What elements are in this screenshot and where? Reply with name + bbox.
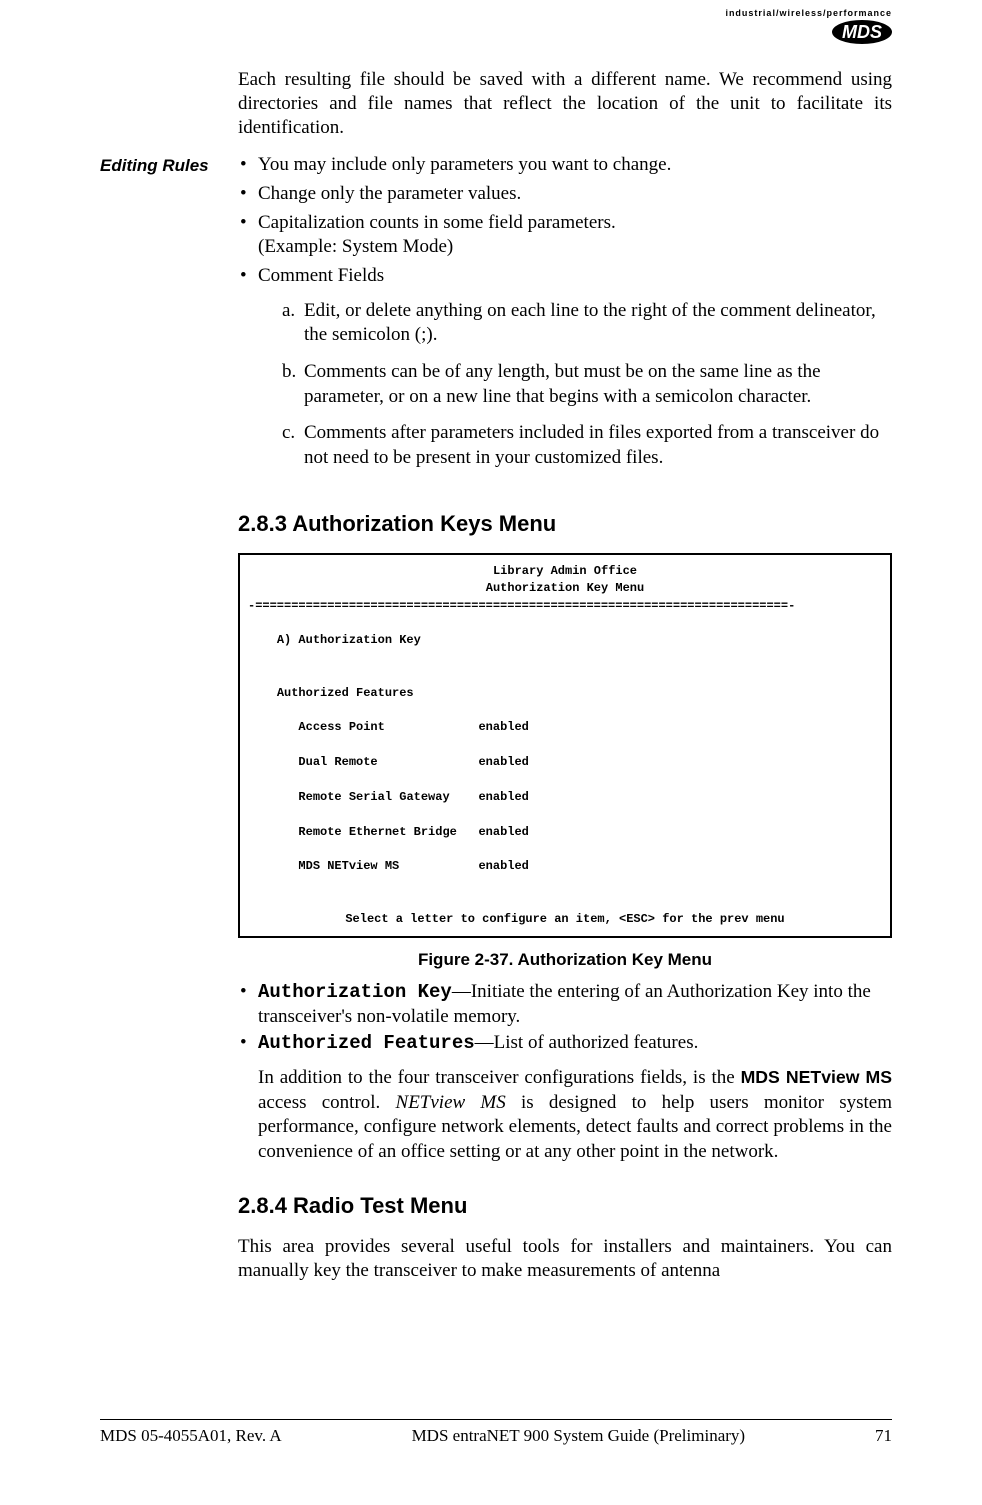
feature-name: Remote Serial Gateway xyxy=(298,790,449,804)
feature-name: Remote Ethernet Bridge xyxy=(298,825,456,839)
rule-item: Change only the parameter values. xyxy=(238,182,892,207)
section-284-paragraph: This area provides several useful tools … xyxy=(238,1235,892,1283)
page-content: Each resulting file should be saved with… xyxy=(100,0,892,1282)
footer-right: 71 xyxy=(875,1426,892,1446)
rule-item: Comment Fields a.Edit, or delete anythin… xyxy=(238,264,892,471)
def-item: Authorization Key—Initiate the entering … xyxy=(238,980,892,1029)
terminal-title-2: Authorization Key Menu xyxy=(248,580,882,597)
terminal-title-1: Library Admin Office xyxy=(248,563,882,580)
term-auth-key: Authorization Key xyxy=(258,981,452,1003)
feature-status: enabled xyxy=(478,790,528,804)
sub-item: c.Comments after parameters included in … xyxy=(282,421,892,470)
terminal-screenshot: Library Admin OfficeAuthorization Key Me… xyxy=(238,553,892,938)
netview-bold: MDS NETview MS xyxy=(741,1067,892,1087)
def-item: Authorized Features—List of authorized f… xyxy=(238,1031,892,1056)
terminal-footer: Select a letter to configure an item, <E… xyxy=(248,911,882,928)
sub-item: b.Comments can be of any length, but mus… xyxy=(282,360,892,409)
definitions: Authorization Key—Initiate the entering … xyxy=(238,980,892,1056)
section-284-heading: 2.8.4 Radio Test Menu xyxy=(238,1193,892,1219)
feature-status: enabled xyxy=(478,755,528,769)
editing-rules-section: Editing Rules You may include only param… xyxy=(100,153,892,483)
footer-center: MDS entraNET 900 System Guide (Prelimina… xyxy=(412,1426,746,1446)
editing-rules-list: You may include only parameters you want… xyxy=(238,153,892,471)
section-283-heading: 2.8.3 Authorization Keys Menu xyxy=(238,511,892,537)
footer-left: MDS 05-4055A01, Rev. A xyxy=(100,1426,282,1446)
rule-item: You may include only parameters you want… xyxy=(238,153,892,178)
brand-tagline: industrial/wireless/performance xyxy=(725,8,892,18)
brand-logo: MDS xyxy=(832,20,892,44)
netview-italic: NETview MS xyxy=(396,1092,506,1113)
editing-rules-label: Editing Rules xyxy=(100,153,238,176)
feature-status: enabled xyxy=(478,720,528,734)
terminal-divider: -=======================================… xyxy=(248,598,882,615)
feature-name: Dual Remote xyxy=(298,755,377,769)
feature-status: enabled xyxy=(478,825,528,839)
terminal-features-header: Authorized Features xyxy=(277,686,414,700)
page-footer: MDS 05-4055A01, Rev. A MDS entraNET 900 … xyxy=(100,1419,892,1446)
figure-caption: Figure 2-37. Authorization Key Menu xyxy=(238,950,892,970)
feature-name: MDS NETview MS xyxy=(298,859,399,873)
feature-status: enabled xyxy=(478,859,528,873)
terminal-item-a: A) Authorization Key xyxy=(277,633,421,647)
brand-header: industrial/wireless/performance MDS xyxy=(725,8,892,44)
sub-item: a.Edit, or delete anything on each line … xyxy=(282,299,892,348)
rule-item: Capitalization counts in some field para… xyxy=(238,211,892,260)
intro-paragraph: Each resulting file should be saved with… xyxy=(238,68,892,139)
feature-name: Access Point xyxy=(298,720,384,734)
term-auth-features: Authorized Features xyxy=(258,1032,475,1054)
def-extra-paragraph: In addition to the four transceiver conf… xyxy=(258,1066,892,1165)
comment-sublist: a.Edit, or delete anything on each line … xyxy=(258,299,892,471)
